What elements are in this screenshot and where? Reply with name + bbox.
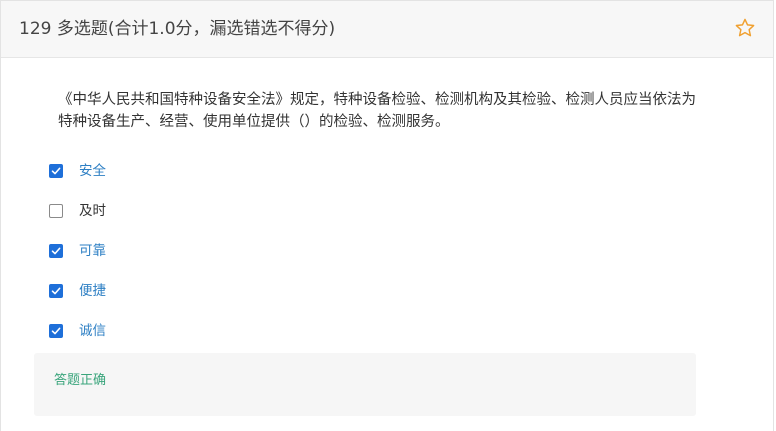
option-label: 及时 bbox=[79, 203, 106, 219]
checkbox-checked-icon[interactable] bbox=[49, 244, 63, 258]
answer-result-text: 答题正确 bbox=[54, 373, 107, 388]
answer-result-box: 答题正确 bbox=[34, 353, 696, 416]
option-label: 诚信 bbox=[79, 323, 106, 339]
option-kekao[interactable]: 可靠 bbox=[49, 231, 106, 271]
option-label: 可靠 bbox=[79, 243, 106, 259]
question-card: 129 多选题(合计1.0分，漏选错选不得分) 《中华人民共和国特种设备安全法》… bbox=[0, 0, 774, 431]
checkbox-unchecked-icon[interactable] bbox=[49, 204, 63, 218]
option-bianjie[interactable]: 便捷 bbox=[49, 271, 106, 311]
option-label: 便捷 bbox=[79, 283, 106, 299]
option-label: 安全 bbox=[79, 163, 106, 179]
question-type-title: 129 多选题(合计1.0分，漏选错选不得分) bbox=[19, 19, 336, 39]
star-icon[interactable] bbox=[734, 17, 756, 39]
option-jishi[interactable]: 及时 bbox=[49, 191, 106, 231]
checkbox-checked-icon[interactable] bbox=[49, 164, 63, 178]
checkbox-checked-icon[interactable] bbox=[49, 284, 63, 298]
question-text: 《中华人民共和国特种设备安全法》规定，特种设备检验、检测机构及其检验、检测人员应… bbox=[58, 92, 696, 130]
option-chengxin[interactable]: 诚信 bbox=[49, 311, 106, 351]
option-anquan[interactable]: 安全 bbox=[49, 151, 106, 191]
options-list: 安全 及时 可靠 便捷 诚信 bbox=[49, 151, 106, 351]
checkbox-checked-icon[interactable] bbox=[49, 324, 63, 338]
question-header: 129 多选题(合计1.0分，漏选错选不得分) bbox=[1, 1, 773, 58]
